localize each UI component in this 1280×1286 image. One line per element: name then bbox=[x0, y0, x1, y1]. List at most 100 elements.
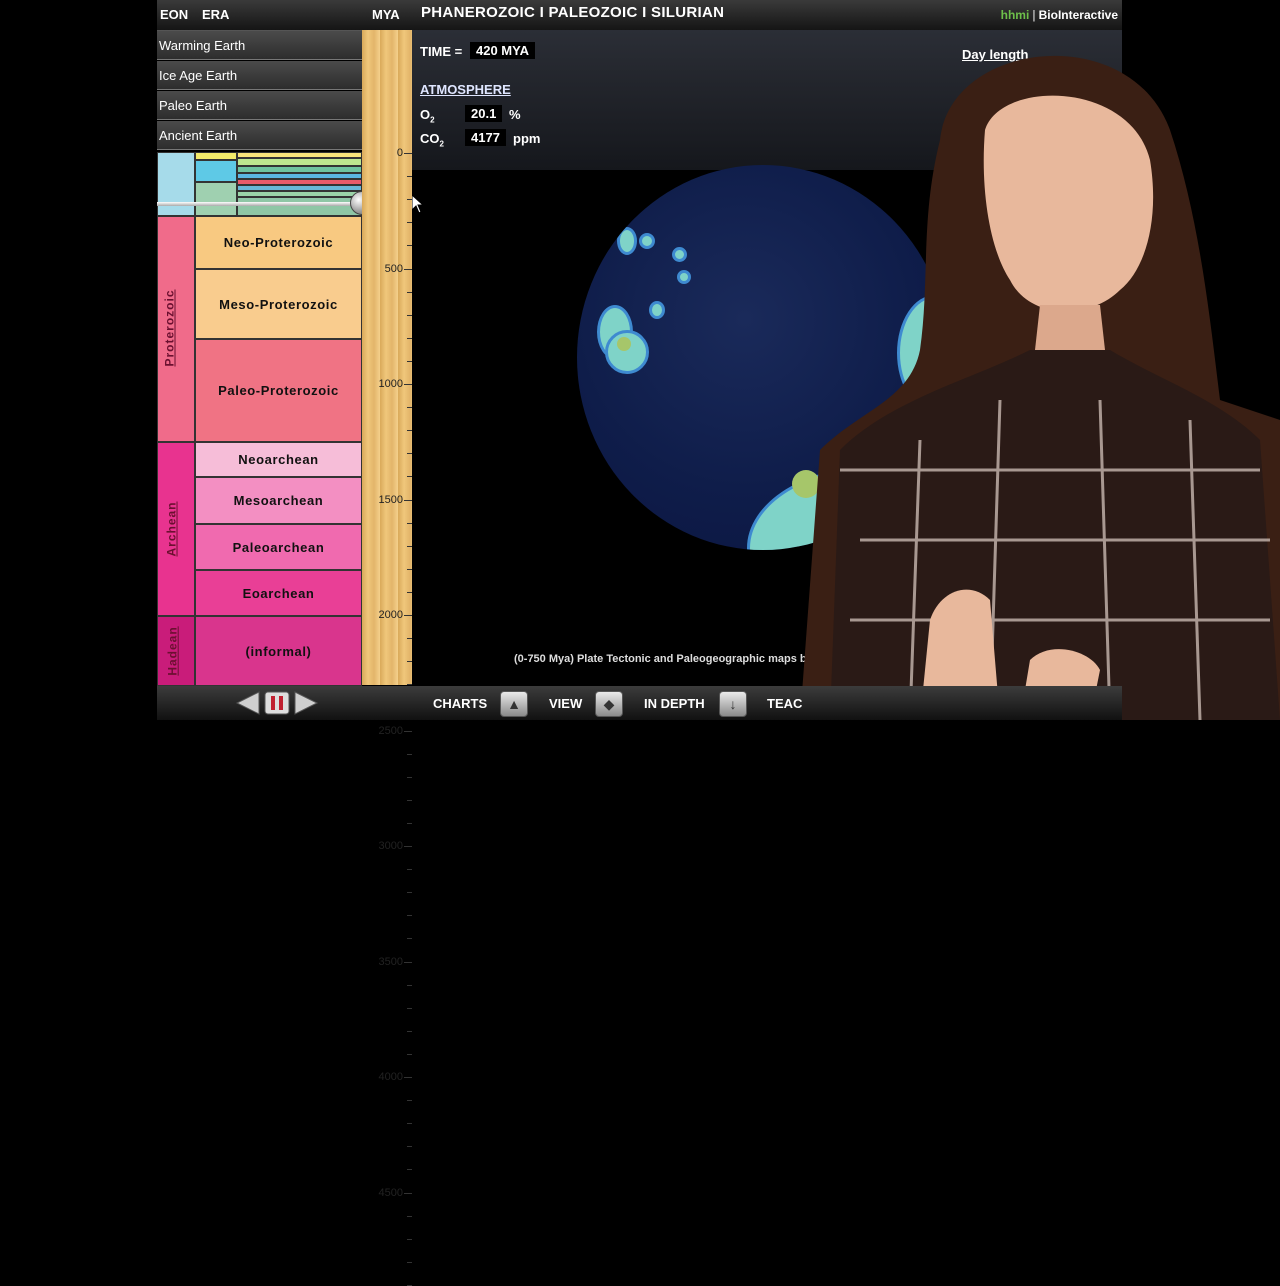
ruler-tick bbox=[407, 1007, 412, 1009]
ruler-tick bbox=[407, 522, 412, 524]
previous-arrow-icon[interactable] bbox=[235, 691, 260, 715]
menu-item-paleo-earth[interactable]: Paleo Earth bbox=[157, 91, 362, 120]
era-block-hadean-informal[interactable]: (informal) bbox=[195, 616, 362, 686]
ruler-tick bbox=[404, 1192, 412, 1194]
ruler-tick bbox=[407, 915, 412, 917]
period-block-2[interactable] bbox=[237, 158, 362, 166]
o2-label: O2 bbox=[420, 107, 435, 125]
ruler-tick bbox=[407, 638, 412, 640]
pause-icon bbox=[279, 696, 283, 710]
landmass bbox=[672, 247, 687, 262]
period-block-8[interactable] bbox=[237, 197, 362, 216]
eon-label-proterozoic: Proterozoic bbox=[162, 289, 177, 367]
down-arrow-icon: ↓ bbox=[729, 696, 737, 712]
ruler-tick bbox=[404, 846, 412, 847]
ruler-tick bbox=[404, 499, 412, 501]
ruler-tick bbox=[404, 153, 412, 154]
ruler-tick bbox=[407, 1238, 412, 1240]
ruler-tick bbox=[407, 453, 412, 455]
in-depth-label[interactable]: IN DEPTH bbox=[644, 696, 705, 711]
ruler-tick bbox=[407, 1053, 412, 1055]
landmass bbox=[677, 270, 691, 284]
eon-block-archean[interactable]: Archean bbox=[157, 442, 195, 616]
ruler-tick-label: 2000 bbox=[378, 609, 403, 621]
era-block-mesoarchean[interactable]: Mesoarchean bbox=[195, 477, 362, 524]
co2-unit: ppm bbox=[513, 131, 541, 146]
eon-column-header: EON bbox=[160, 7, 189, 22]
ruler-tick bbox=[407, 892, 412, 894]
ruler-tick bbox=[407, 661, 412, 663]
era-block-neoarchean[interactable]: Neoarchean bbox=[195, 442, 362, 477]
time-label: TIME = bbox=[420, 44, 463, 59]
mya-ruler[interactable]: 0 500 1000 1500 2000 2500 3000 3500 4000 4500 bbox=[362, 30, 412, 1286]
cenozoic-era-block[interactable] bbox=[195, 152, 237, 160]
co2-value: 4177 bbox=[465, 129, 506, 146]
ruler-tick bbox=[404, 615, 412, 616]
ruler-tick bbox=[407, 1169, 412, 1171]
ruler-tick bbox=[404, 1077, 412, 1078]
era-block-neo-proterozoic[interactable]: Neo-Proterozoic bbox=[195, 216, 362, 269]
era-block-paleoarchean[interactable]: Paleoarchean bbox=[195, 524, 362, 570]
ruler-tick-label: 1500 bbox=[378, 493, 403, 506]
era-block-eoarchean[interactable]: Eoarchean bbox=[195, 570, 362, 616]
ruler-tick bbox=[407, 199, 412, 201]
ruler-tick bbox=[407, 568, 412, 570]
pause-button[interactable] bbox=[264, 691, 290, 715]
ruler-tick bbox=[407, 222, 412, 224]
charts-button[interactable]: ▲ bbox=[500, 691, 528, 717]
landmass bbox=[617, 227, 637, 255]
ruler-tick bbox=[407, 1215, 412, 1217]
eon-block-proterozoic[interactable]: Proterozoic bbox=[157, 216, 195, 442]
timeline-nav-controls bbox=[235, 691, 319, 715]
ruler-tick bbox=[407, 984, 412, 986]
ruler-tick bbox=[407, 360, 412, 362]
bottom-nav-bar: CHARTS ▲ VIEW ◆ IN DEPTH ↓ TEAC bbox=[157, 686, 1122, 720]
ruler-tick bbox=[407, 545, 412, 547]
view-button[interactable]: ◆ bbox=[595, 691, 623, 717]
ruler-tick bbox=[407, 1030, 412, 1032]
ruler-tick bbox=[407, 938, 412, 940]
era-block-meso-proterozoic[interactable]: Meso-Proterozoic bbox=[195, 269, 362, 339]
o2-unit: % bbox=[509, 107, 521, 122]
ruler-tick-label: 4000 bbox=[378, 1071, 403, 1083]
phanerozoic-eon-block[interactable] bbox=[157, 152, 195, 216]
ruler-tick bbox=[407, 1146, 412, 1148]
ruler-tick-label: 0 bbox=[396, 147, 403, 159]
time-value: 420 MYA bbox=[470, 42, 535, 59]
ruler-tick bbox=[407, 430, 412, 432]
charts-icon: ▲ bbox=[507, 696, 521, 712]
teach-label[interactable]: TEAC bbox=[767, 696, 802, 711]
mesozoic-era-block[interactable] bbox=[195, 160, 237, 182]
eon-label-hadean: Hadean bbox=[165, 626, 180, 676]
ruler-tick bbox=[407, 407, 412, 409]
paleozoic-era-block[interactable] bbox=[195, 182, 237, 216]
ruler-tick bbox=[407, 799, 412, 801]
ruler-tick bbox=[407, 1261, 412, 1263]
period-block-3[interactable] bbox=[237, 166, 362, 173]
charts-label[interactable]: CHARTS bbox=[433, 696, 487, 711]
landmass bbox=[605, 330, 649, 374]
ruler-tick bbox=[404, 384, 412, 385]
co2-label: CO2 bbox=[420, 131, 444, 149]
ruler-tick-label: 500 bbox=[384, 262, 403, 275]
mouse-cursor-icon bbox=[411, 194, 425, 214]
era-block-paleo-proterozoic[interactable]: Paleo-Proterozoic bbox=[195, 339, 362, 442]
ruler-tick-label: 1000 bbox=[378, 378, 403, 390]
ruler-tick bbox=[407, 291, 412, 293]
eon-block-hadean[interactable]: Hadean bbox=[157, 616, 195, 686]
ruler-tick bbox=[407, 869, 412, 871]
era-column-header: ERA bbox=[202, 7, 230, 22]
ruler-tick bbox=[407, 176, 412, 178]
view-label[interactable]: VIEW bbox=[549, 696, 582, 711]
ruler-tick bbox=[404, 268, 412, 270]
layers-icon: ◆ bbox=[603, 696, 615, 712]
menu-item-warming-earth[interactable]: Warming Earth bbox=[157, 31, 362, 60]
menu-item-ancient-earth[interactable]: Ancient Earth bbox=[157, 121, 362, 150]
presenter-video bbox=[800, 55, 1280, 720]
in-depth-button[interactable]: ↓ bbox=[719, 691, 747, 717]
menu-item-ice-age-earth[interactable]: Ice Age Earth bbox=[157, 61, 362, 90]
landmass bbox=[639, 233, 655, 249]
ruler-tick bbox=[404, 961, 412, 963]
next-arrow-icon[interactable] bbox=[294, 691, 319, 715]
page-title: PHANEROZOIC I PALEOZOIC I SILURIAN bbox=[421, 4, 725, 21]
